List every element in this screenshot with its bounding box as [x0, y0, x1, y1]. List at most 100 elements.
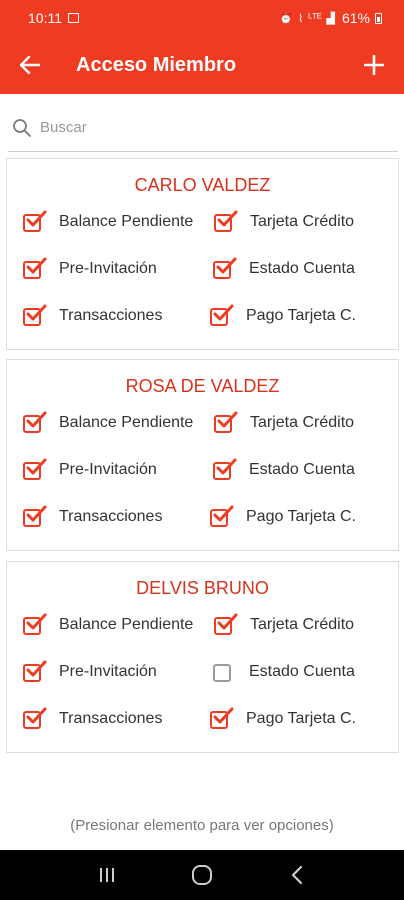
- battery-percent: 61%: [341, 10, 370, 26]
- permission-item: Pago Tarjeta C.: [210, 505, 356, 528]
- permission-label: Estado Cuenta: [249, 260, 355, 277]
- checkbox-checked[interactable]: [23, 505, 47, 528]
- permission-item: Transacciones: [23, 304, 163, 327]
- search-icon: [13, 118, 31, 137]
- checkbox-unchecked[interactable]: [213, 661, 235, 683]
- battery-icon: [375, 12, 382, 24]
- permission-label: Balance Pendiente: [59, 616, 194, 633]
- network-label: ᴸᵀᴱ: [308, 12, 322, 24]
- permission-item: Estado Cuenta: [213, 661, 355, 683]
- checkmark-icon: [26, 505, 47, 522]
- permission-item: Estado Cuenta: [213, 257, 355, 280]
- permission-item: Balance Pendiente: [23, 210, 194, 233]
- checkbox-checked[interactable]: [214, 613, 238, 636]
- checkmark-icon: [26, 257, 47, 274]
- permission-item: Balance Pendiente: [23, 411, 194, 434]
- page-title: Acceso Miembro: [76, 53, 237, 76]
- member-card[interactable]: DELVIS BRUNO Balance Pendiente Tarjeta Cré…: [6, 561, 399, 753]
- checkbox-checked[interactable]: [23, 613, 47, 636]
- permission-item: Transacciones: [23, 505, 163, 528]
- checkbox-checked[interactable]: [23, 707, 47, 730]
- recent-apps-icon: [100, 868, 115, 882]
- checkbox-checked[interactable]: [214, 411, 238, 434]
- chevron-left-icon: [291, 865, 302, 885]
- checkmark-icon: [213, 304, 234, 321]
- checkbox-checked[interactable]: [213, 458, 237, 481]
- member-card[interactable]: CARLO VALDEZ Balance Pendiente Tarjeta Cré…: [6, 158, 399, 350]
- image-notification-icon: [68, 13, 79, 23]
- hint-text: (Presionar elemento para ver opciones): [70, 817, 334, 834]
- permission-label: Pago Tarjeta C.: [246, 508, 356, 525]
- permission-label: Pago Tarjeta C.: [246, 307, 356, 324]
- permission-label: Pre-Invitación: [59, 461, 157, 478]
- checkbox-checked[interactable]: [23, 257, 47, 280]
- app-bar: Acceso Miembro: [0, 36, 404, 94]
- permission-label: Pago Tarjeta C.: [246, 710, 356, 727]
- checkbox-checked[interactable]: [210, 505, 234, 528]
- checkbox-checked[interactable]: [210, 707, 234, 730]
- permission-item: Pre-Invitación: [23, 458, 157, 481]
- back-button[interactable]: [0, 36, 60, 94]
- home-icon: [191, 865, 212, 885]
- checkbox-checked[interactable]: [213, 257, 237, 280]
- checkmark-icon: [26, 660, 47, 677]
- search-input[interactable]: [40, 119, 380, 136]
- permission-item: Pre-Invitación: [23, 660, 157, 683]
- member-name: DELVIS BRUNO: [136, 578, 269, 598]
- checkmark-icon: [217, 210, 238, 227]
- search-bar: [8, 104, 398, 152]
- checkmark-icon: [26, 707, 47, 724]
- permission-label: Tarjeta Crédito: [250, 213, 355, 230]
- status-indicators: ⏰ ⌇ ᴸᵀᴱ ▟ 61%: [279, 10, 382, 26]
- checkbox-checked[interactable]: [23, 411, 47, 434]
- checkmark-icon: [26, 458, 47, 475]
- checkbox-checked[interactable]: [214, 210, 238, 233]
- permission-label: Transacciones: [59, 508, 163, 525]
- checkmark-icon: [26, 613, 47, 630]
- checkbox-checked[interactable]: [23, 210, 47, 233]
- back-nav-button[interactable]: [277, 855, 317, 895]
- checkmark-icon: [213, 505, 234, 522]
- member-card[interactable]: ROSA DE VALDEZ Balance Pendiente Tarjeta C…: [6, 359, 399, 551]
- alarm-icon: ⏰: [279, 12, 293, 25]
- arrow-left-icon: [20, 56, 40, 74]
- permission-label: Tarjeta Crédito: [250, 616, 355, 633]
- plus-icon: [364, 55, 384, 75]
- permission-label: Transacciones: [59, 710, 163, 727]
- checkmark-icon: [217, 411, 238, 428]
- permission-item: Transacciones: [23, 707, 163, 730]
- permission-label: Transacciones: [59, 307, 163, 324]
- wifi-icon: ⌇: [297, 12, 304, 25]
- permission-item: Tarjeta Crédito: [214, 613, 355, 636]
- permission-label: Pre-Invitación: [59, 260, 157, 277]
- permission-label: Balance Pendiente: [59, 414, 194, 431]
- system-nav-bar: [0, 850, 404, 900]
- home-button[interactable]: [182, 855, 222, 895]
- checkbox-checked[interactable]: [23, 304, 47, 327]
- checkmark-icon: [217, 613, 238, 630]
- status-bar: 10:11 ⏰ ⌇ ᴸᵀᴱ ▟ 61%: [0, 0, 404, 36]
- checkbox-checked[interactable]: [23, 660, 47, 683]
- permission-item: Estado Cuenta: [213, 458, 355, 481]
- signal-icon: ▟: [326, 12, 335, 25]
- recent-apps-button[interactable]: [87, 855, 127, 895]
- checkmark-icon: [26, 210, 47, 227]
- checkmark-icon: [26, 304, 47, 321]
- permission-label: Estado Cuenta: [249, 461, 355, 478]
- permission-label: Balance Pendiente: [59, 213, 194, 230]
- permission-item: Pre-Invitación: [23, 257, 157, 280]
- checkmark-icon: [213, 707, 234, 724]
- permission-item: Tarjeta Crédito: [214, 210, 355, 233]
- permission-item: Pago Tarjeta C.: [210, 304, 356, 327]
- member-name: CARLO VALDEZ: [134, 175, 271, 195]
- permission-item: Pago Tarjeta C.: [210, 707, 356, 730]
- permission-label: Pre-Invitación: [59, 663, 157, 680]
- permission-item: Balance Pendiente: [23, 613, 194, 636]
- checkbox-checked[interactable]: [210, 304, 234, 327]
- checkbox-checked[interactable]: [23, 458, 47, 481]
- member-name: ROSA DE VALDEZ: [125, 376, 280, 396]
- checkmark-icon: [26, 411, 47, 428]
- checkmark-icon: [216, 458, 237, 475]
- permission-item: Tarjeta Crédito: [214, 411, 354, 434]
- add-member-button[interactable]: [344, 36, 404, 94]
